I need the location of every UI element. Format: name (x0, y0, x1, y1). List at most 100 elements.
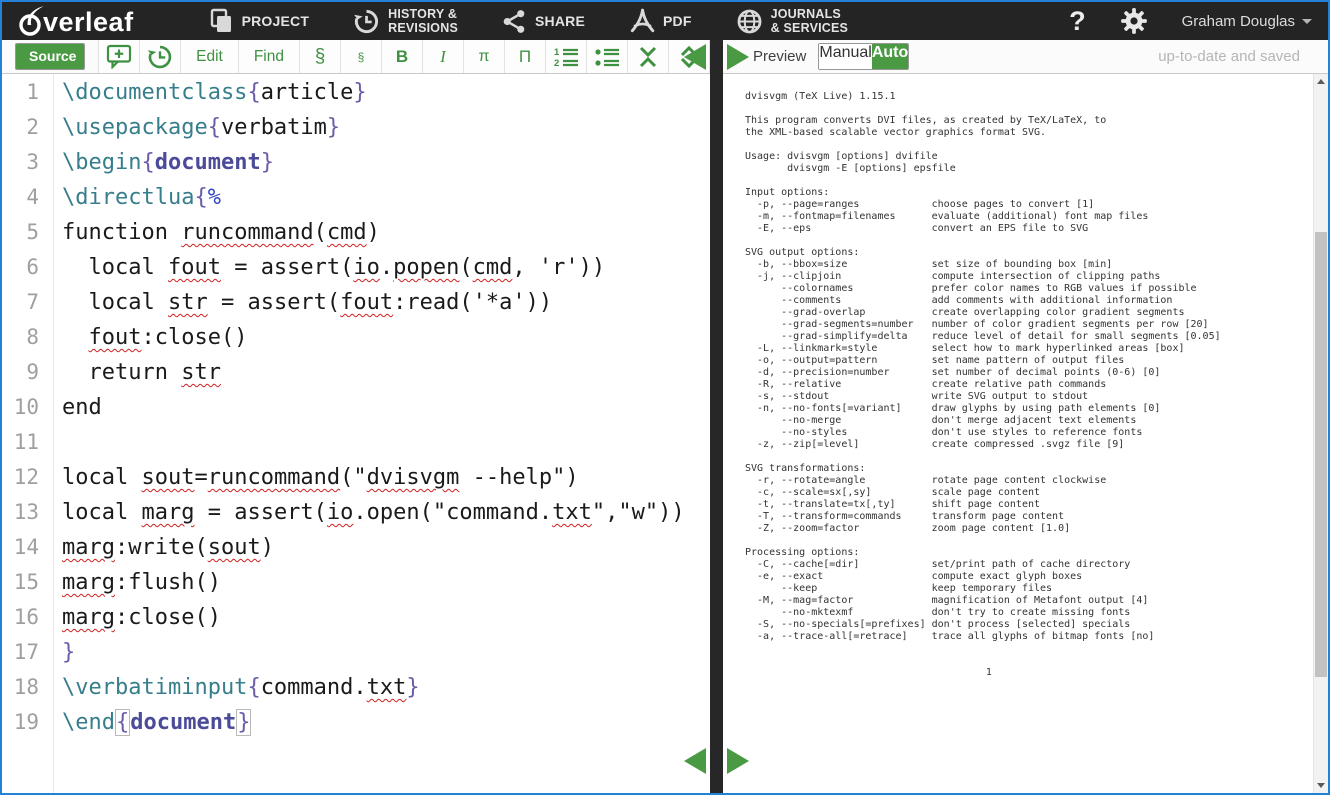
collapse-editor-arrow-top[interactable] (684, 44, 706, 70)
pdf-acrobat-icon (629, 8, 655, 34)
nav-item-pdf[interactable]: PDF (607, 2, 714, 40)
compile-mode-toggle: Manual Auto (818, 43, 909, 70)
pdf-page-text: dvisvgm (TeX Live) 1.15.1 This program c… (745, 91, 1221, 679)
display-math-button[interactable]: Π (505, 40, 546, 73)
editor-toolbar: Source Rich Text (2, 40, 710, 74)
find-button[interactable]: Find (239, 40, 300, 73)
add-comment-button[interactable] (99, 40, 140, 73)
line-number: 8 (2, 320, 53, 355)
code-line[interactable] (62, 425, 710, 460)
nav-label: PDF (663, 13, 692, 29)
code-line[interactable]: \verbatiminput{command.txt} (62, 670, 710, 705)
journals-globe-icon (736, 8, 763, 35)
line-number: 19 (2, 705, 53, 740)
pane-divider[interactable] (710, 40, 723, 793)
code-line[interactable]: marg:close() (62, 600, 710, 635)
preview-label: Preview (753, 48, 806, 65)
collapse-editor-arrow-bottom[interactable] (684, 748, 706, 774)
history-undo-icon (147, 44, 173, 70)
expand-preview-arrow-top[interactable] (727, 44, 749, 70)
source-tab[interactable]: Source (16, 44, 85, 69)
svg-text:1: 1 (554, 47, 560, 58)
numbered-list-icon: 1 2 (553, 46, 579, 68)
overleaf-app: verleaf PROJECT (0, 0, 1330, 795)
logo-leaf-icon (16, 5, 46, 37)
numbered-list-button[interactable]: 1 2 (546, 40, 587, 73)
line-number: 5 (2, 215, 53, 250)
nav-item-journals-services[interactable]: JOURNALS& SERVICES (714, 2, 871, 40)
preview-pane: Preview Manual Auto up-to-date and saved… (723, 40, 1328, 793)
auto-compile-button[interactable]: Auto (872, 44, 908, 69)
user-menu[interactable]: Graham Douglas (1182, 13, 1312, 30)
editor-pane: Source Rich Text (2, 40, 710, 793)
line-number: 12 (2, 460, 53, 495)
code-line[interactable]: function runcommand(cmd) (62, 215, 710, 250)
italic-button[interactable]: I (423, 40, 464, 73)
nav-label: SHARE (535, 13, 585, 29)
line-number: 11 (2, 425, 53, 460)
overleaf-logo[interactable]: verleaf (16, 5, 134, 37)
code-line[interactable]: \end{document} (62, 705, 710, 740)
editor-gutter: 12345678910111213141516171819 (2, 74, 54, 793)
history-clock-icon (353, 8, 380, 35)
line-number: 9 (2, 355, 53, 390)
nav-item-history-revisions[interactable]: HISTORY &REVISIONS (331, 2, 480, 40)
nav-label: JOURNALS& SERVICES (771, 7, 849, 35)
code-line[interactable]: marg:flush() (62, 565, 710, 600)
code-line[interactable]: marg:write(sout) (62, 530, 710, 565)
scroll-up-icon[interactable] (1314, 74, 1328, 89)
pdf-preview: dvisvgm (TeX Live) 1.15.1 This program c… (723, 74, 1328, 793)
navbar-right: ? G (1069, 6, 1312, 37)
line-number: 13 (2, 495, 53, 530)
inline-math-button[interactable]: π (464, 40, 505, 73)
gear-icon[interactable] (1120, 7, 1148, 35)
code-line[interactable]: local marg = assert(io.open("command.txt… (62, 495, 710, 530)
line-number: 3 (2, 145, 53, 180)
subsection-button[interactable]: § (341, 40, 382, 73)
svg-text:2: 2 (554, 58, 559, 68)
code-line[interactable]: \usepackage{verbatim} (62, 110, 710, 145)
code-line[interactable]: local str = assert(fout:read('*a')) (62, 285, 710, 320)
line-number: 10 (2, 390, 53, 425)
nav-label: HISTORY &REVISIONS (388, 7, 458, 35)
compile-status: up-to-date and saved (1158, 48, 1300, 65)
manual-compile-button[interactable]: Manual (819, 44, 871, 69)
section-button[interactable]: § (300, 40, 341, 73)
help-button[interactable]: ? (1069, 6, 1086, 37)
source-richtext-toggle: Source Rich Text (15, 43, 85, 70)
expand-preview-arrow-bottom[interactable] (727, 748, 749, 774)
line-number: 6 (2, 250, 53, 285)
bullet-list-button[interactable] (587, 40, 628, 73)
line-number: 7 (2, 285, 53, 320)
nav-item-share[interactable]: SHARE (480, 2, 607, 40)
code-line[interactable]: fout:close() (62, 320, 710, 355)
code-line[interactable]: \directlua{% (62, 180, 710, 215)
code-line[interactable]: local fout = assert(io.popen(cmd, 'r')) (62, 250, 710, 285)
top-navbar: verleaf PROJECT (2, 2, 1328, 40)
code-editor[interactable]: 12345678910111213141516171819 \documentc… (2, 74, 710, 793)
line-number: 1 (2, 75, 53, 110)
preview-toolbar: Preview Manual Auto up-to-date and saved (723, 40, 1328, 74)
history-button[interactable] (140, 40, 181, 73)
user-name: Graham Douglas (1182, 13, 1295, 30)
bold-button[interactable]: B (382, 40, 423, 73)
scrollbar-thumb[interactable] (1315, 232, 1327, 677)
nav-item-project[interactable]: PROJECT (186, 2, 332, 40)
scroll-down-icon[interactable] (1314, 778, 1328, 793)
logo-text: verleaf (43, 7, 134, 37)
code-line[interactable]: return str (62, 355, 710, 390)
line-number: 4 (2, 180, 53, 215)
code-line[interactable]: end (62, 390, 710, 425)
line-number: 17 (2, 635, 53, 670)
code-line[interactable]: local sout=runcommand("dvisvgm --help") (62, 460, 710, 495)
code-line[interactable]: \begin{document} (62, 145, 710, 180)
code-line[interactable]: } (62, 635, 710, 670)
chevron-down-icon (1302, 19, 1312, 24)
collapse-lines-icon (636, 45, 660, 69)
collapse-lines-button[interactable] (628, 40, 669, 73)
edit-menu-button[interactable]: Edit (181, 40, 239, 73)
bullet-list-icon (594, 46, 620, 68)
code-line[interactable]: \documentclass{article} (62, 75, 710, 110)
preview-scrollbar[interactable] (1313, 74, 1328, 793)
line-number: 18 (2, 670, 53, 705)
